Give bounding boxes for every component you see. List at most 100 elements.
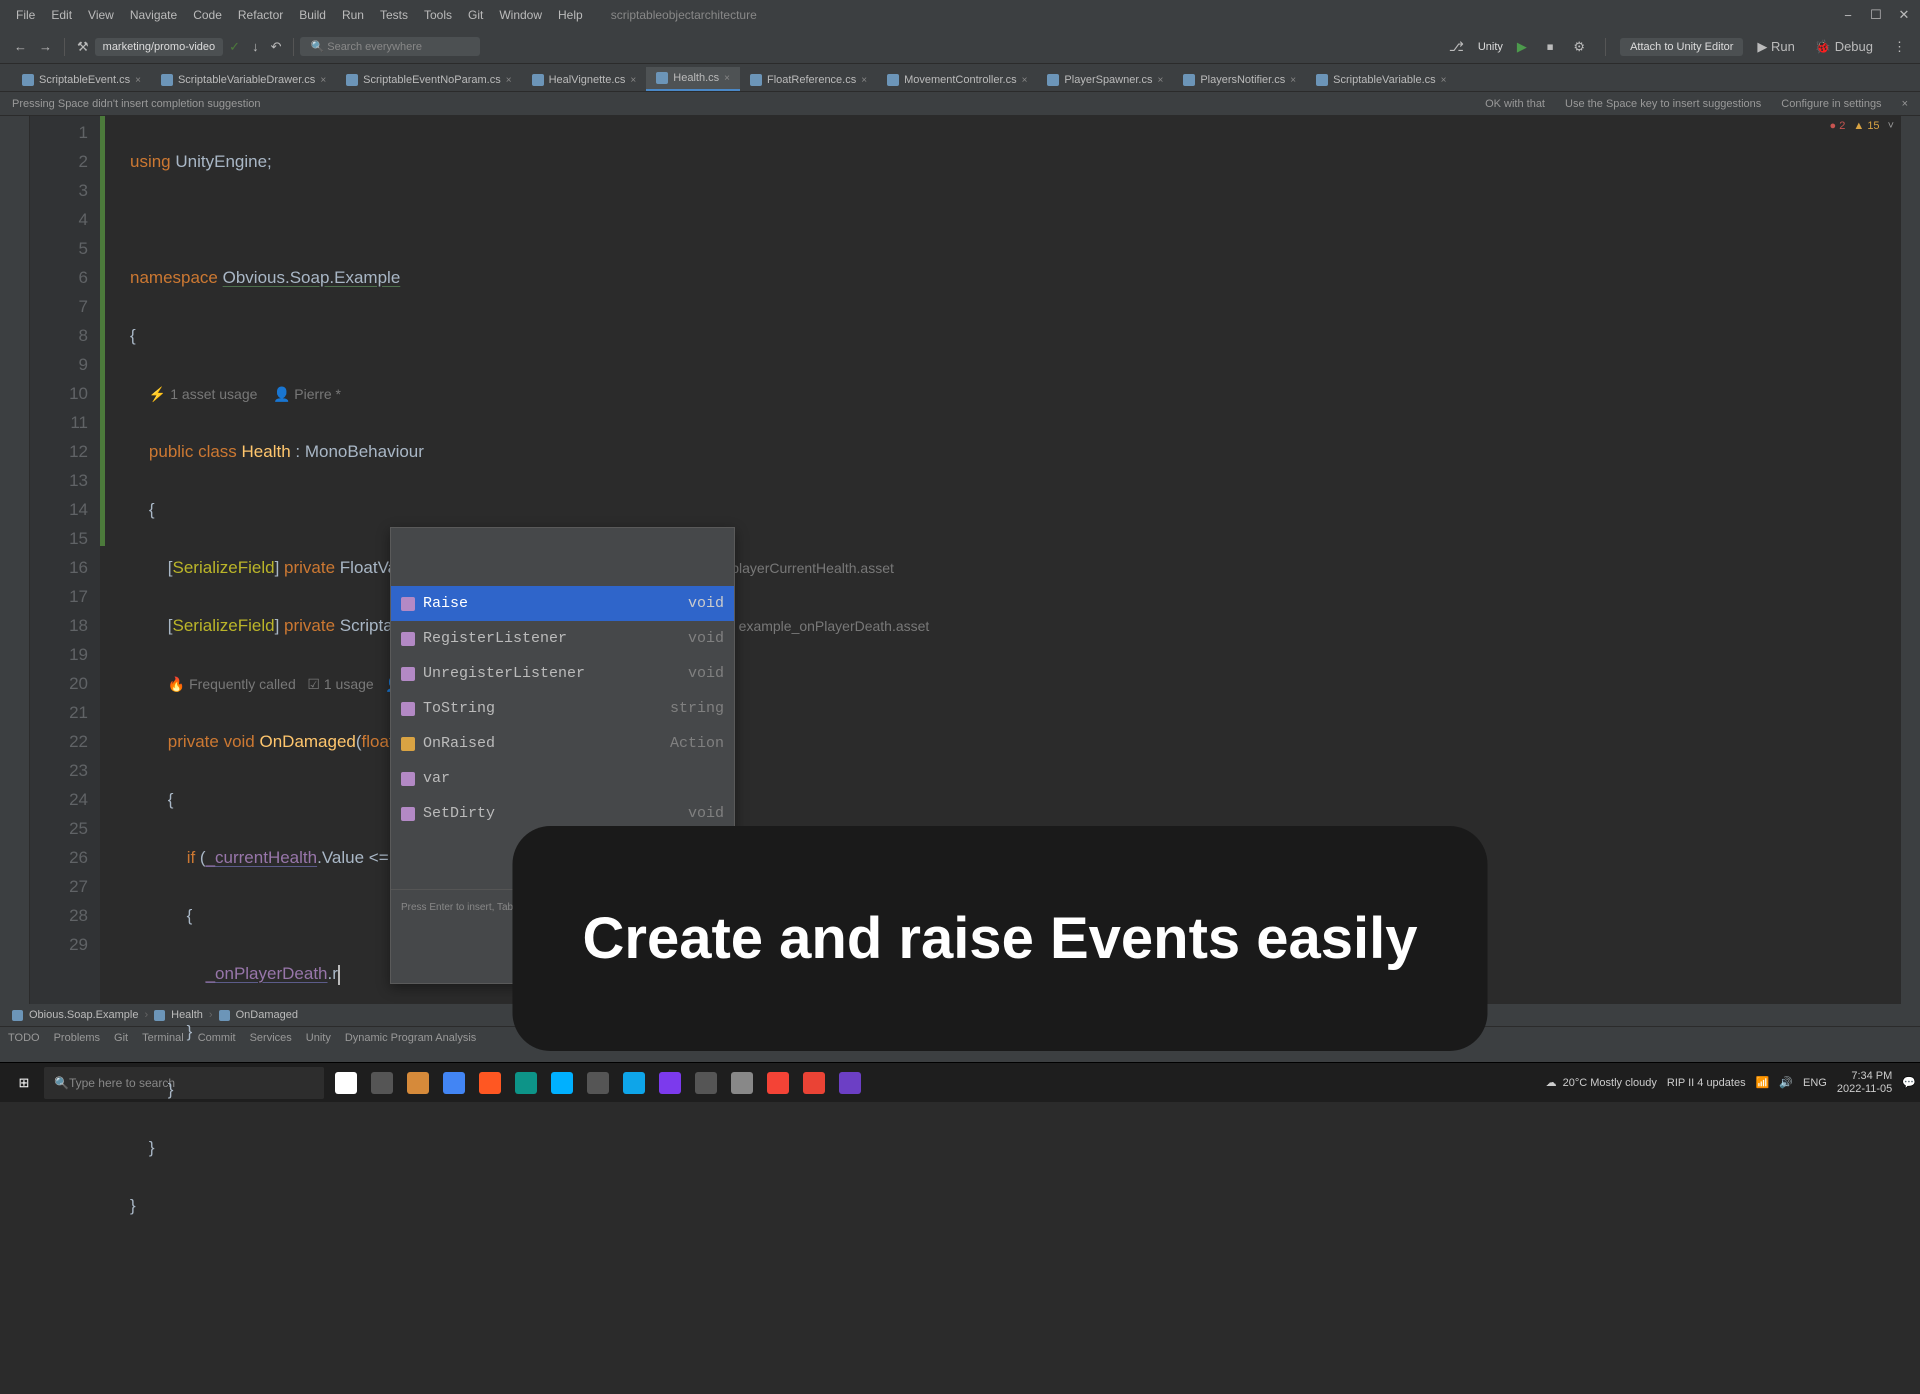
method-icon [401, 632, 415, 646]
minimize-icon[interactable]: − [1840, 7, 1856, 23]
event-icon [401, 737, 415, 751]
left-tool-rail[interactable] [0, 116, 30, 1004]
hint-action[interactable]: Configure in settings [1781, 98, 1881, 110]
stop-icon[interactable]: ⏹ [1541, 35, 1560, 59]
menu-help[interactable]: Help [550, 8, 591, 22]
ac-item-onraised[interactable]: OnRaisedAction [391, 726, 734, 761]
run-btn[interactable]: ▶ Run [1751, 35, 1800, 59]
attach-dropdown[interactable]: Attach to Unity Editor [1620, 38, 1743, 56]
tab-scriptablevariable[interactable]: ScriptableVariable.cs× [1306, 69, 1456, 91]
close-icon[interactable]: ✕ [1896, 7, 1912, 23]
right-tool-rail[interactable] [1900, 116, 1920, 1004]
menu-git[interactable]: Git [460, 8, 491, 22]
start-button[interactable]: ⊞ [4, 1063, 44, 1103]
run-config-dropdown[interactable]: marketing/promo-video [95, 38, 224, 56]
close-icon[interactable]: × [1290, 75, 1296, 86]
menu-navigate[interactable]: Navigate [122, 8, 185, 22]
notification-icon[interactable]: 💬 [1902, 1076, 1916, 1089]
window-controls: − ☐ ✕ [1840, 7, 1912, 23]
file-icon [532, 74, 544, 86]
tab-movementcontroller[interactable]: MovementController.cs× [877, 69, 1037, 91]
close-icon[interactable]: × [135, 75, 141, 86]
overlay-text: Create and raise Events easily [582, 924, 1417, 953]
tool-tab-git[interactable]: Git [114, 1032, 128, 1044]
file-icon [161, 74, 173, 86]
ac-item-unregisterlistener[interactable]: UnregisterListenervoid [391, 656, 734, 691]
file-icon [1047, 74, 1059, 86]
promo-overlay: Create and raise Events easily [512, 826, 1487, 1051]
menu-code[interactable]: Code [185, 8, 230, 22]
more-icon[interactable]: ⋮ [1887, 35, 1912, 59]
file-icon [346, 74, 358, 86]
search-input[interactable]: 🔍 Search everywhere [300, 37, 480, 56]
close-icon[interactable]: × [1022, 75, 1028, 86]
menu-view[interactable]: View [80, 8, 122, 22]
method-icon [401, 702, 415, 716]
hint-text: Pressing Space didn't insert completion … [12, 98, 261, 110]
play-icon[interactable]: ▶ [1511, 35, 1533, 59]
kw-icon [401, 772, 415, 786]
revert-icon[interactable]: ↶ [265, 35, 288, 59]
line-gutter[interactable]: 1234567891011121314151617181920212223242… [30, 116, 100, 1004]
method-icon [401, 667, 415, 681]
close-icon[interactable]: × [861, 75, 867, 86]
menu-refactor[interactable]: Refactor [230, 8, 291, 22]
tab-playersnotifier[interactable]: PlayersNotifier.cs× [1173, 69, 1306, 91]
menu-window[interactable]: Window [491, 8, 550, 22]
file-icon [887, 74, 899, 86]
code-editor[interactable]: ● 2 ▲ 15 ˅ 12345678910111213141516171819… [30, 116, 1900, 1004]
forward-icon[interactable]: → [33, 35, 58, 58]
method-icon [401, 807, 415, 821]
hint-action[interactable]: OK with that [1485, 98, 1545, 110]
crumb-icon [12, 1010, 23, 1021]
ac-item-tostring[interactable]: ToStringstring [391, 691, 734, 726]
close-icon[interactable]: × [506, 75, 512, 86]
project-name: scriptableobjectarchitecture [611, 8, 757, 22]
editor-tabs: ScriptableEvent.cs×ScriptableVariableDra… [0, 64, 1920, 92]
tab-scriptableeventnoparam[interactable]: ScriptableEventNoParam.cs× [336, 69, 521, 91]
file-icon [1316, 74, 1328, 86]
menu-run[interactable]: Run [334, 8, 372, 22]
main-toolbar: ← → ⚒ marketing/promo-video ✓ ↓ ↶ 🔍 Sear… [0, 30, 1920, 64]
ac-item-raise[interactable]: Raisevoid [391, 586, 734, 621]
file-icon [656, 72, 668, 84]
close-icon[interactable]: × [320, 75, 326, 86]
ac-item-var[interactable]: var [391, 761, 734, 796]
menu-file[interactable]: File [8, 8, 43, 22]
menu-tests[interactable]: Tests [372, 8, 416, 22]
method-icon [401, 597, 415, 611]
tab-healvignette[interactable]: HealVignette.cs× [522, 69, 647, 91]
close-icon[interactable]: × [724, 73, 730, 84]
maximize-icon[interactable]: ☐ [1868, 7, 1884, 23]
ac-item-registerlistener[interactable]: RegisterListenervoid [391, 621, 734, 656]
menu-build[interactable]: Build [291, 8, 334, 22]
tab-floatreference[interactable]: FloatReference.cs× [740, 69, 877, 91]
file-icon [22, 74, 34, 86]
tool-tab-todo[interactable]: TODO [8, 1032, 40, 1044]
crumb[interactable]: Obious.Soap.Example [29, 1009, 138, 1021]
close-icon[interactable]: × [1157, 75, 1163, 86]
debug-btn[interactable]: 🐞 Debug [1809, 35, 1879, 59]
tab-health[interactable]: Health.cs× [646, 67, 740, 91]
tab-scriptableevent[interactable]: ScriptableEvent.cs× [12, 69, 151, 91]
menu-tools[interactable]: Tools [416, 8, 460, 22]
file-icon [750, 74, 762, 86]
close-icon[interactable]: × [1441, 75, 1447, 86]
tool-tab-problems[interactable]: Problems [54, 1032, 100, 1044]
menu-edit[interactable]: Edit [43, 8, 80, 22]
branch-icon[interactable]: ⎇ [1443, 35, 1470, 59]
main-menu[interactable]: FileEditViewNavigateCodeRefactorBuildRun… [8, 8, 591, 22]
check-icon[interactable]: ✓ [223, 35, 246, 59]
tab-scriptablevariabledrawer[interactable]: ScriptableVariableDrawer.cs× [151, 69, 336, 91]
tab-playerspawner[interactable]: PlayerSpawner.cs× [1037, 69, 1173, 91]
titlebar: FileEditViewNavigateCodeRefactorBuildRun… [0, 0, 1920, 30]
code-area[interactable]: using UnityEngine; namespace Obvious.Soa… [100, 116, 1900, 1004]
close-icon[interactable]: × [630, 75, 636, 86]
close-icon[interactable]: × [1902, 98, 1908, 110]
gear-icon[interactable]: ⚙ [1567, 35, 1591, 59]
hint-action[interactable]: Use the Space key to insert suggestions [1565, 98, 1761, 110]
update-icon[interactable]: ↓ [246, 35, 265, 58]
back-icon[interactable]: ← [8, 35, 33, 58]
file-icon [1183, 74, 1195, 86]
hammer-icon[interactable]: ⚒ [71, 35, 95, 59]
